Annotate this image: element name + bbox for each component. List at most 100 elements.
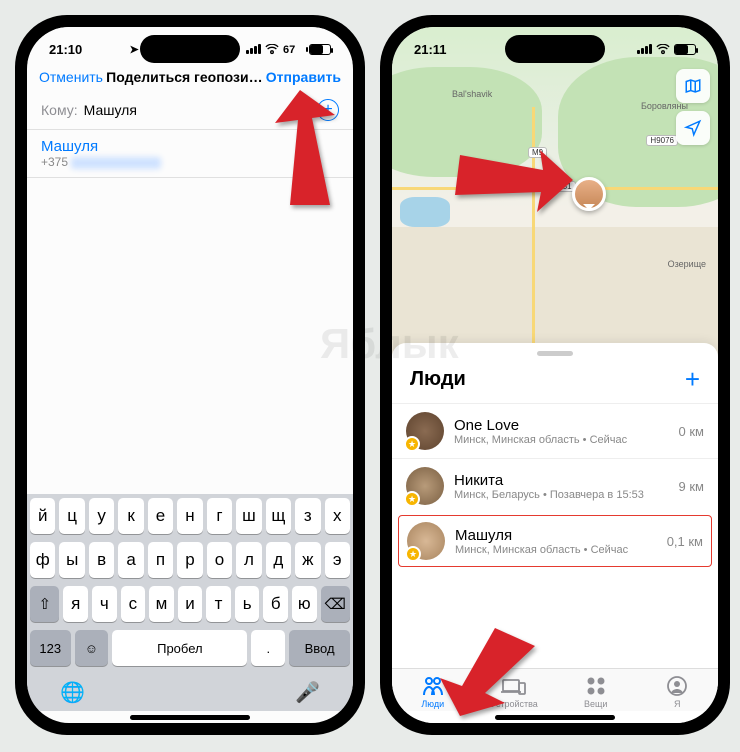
person-row[interactable]: ★ One Love Минск, Минская область • Сейч… — [392, 403, 718, 458]
key-з[interactable]: з — [295, 498, 320, 534]
person-row[interactable]: ★ Машуля Минск, Минская область • Сейчас… — [398, 515, 712, 567]
map-place-ozerishche: Озерище — [668, 259, 706, 269]
key-б[interactable]: б — [263, 586, 288, 622]
battery-icon — [674, 44, 696, 55]
person-location: Минск, Беларусь • Позавчера в 15:53 — [454, 489, 669, 501]
favorite-star-icon: ★ — [405, 546, 421, 562]
key-у[interactable]: у — [89, 498, 114, 534]
tab-me[interactable]: Я — [637, 675, 719, 709]
key-backspace[interactable]: ⌫ — [321, 586, 350, 622]
key-ж[interactable]: ж — [295, 542, 320, 578]
key-э[interactable]: э — [325, 542, 350, 578]
key-в[interactable]: в — [89, 542, 114, 578]
wifi-icon — [656, 44, 670, 55]
nav-title: Поделиться геопози… — [103, 69, 266, 85]
recipient-label: Кому: — [41, 102, 78, 118]
person-name: Машуля — [455, 527, 657, 544]
keyboard: йцукенгшщзх фывапролджэ ⇧ячсмитьбю⌫ 123 … — [27, 494, 353, 711]
keyboard-row-3: ⇧ячсмитьбю⌫ — [30, 586, 350, 622]
key-й[interactable]: й — [30, 498, 55, 534]
home-indicator[interactable] — [130, 715, 250, 720]
key-п[interactable]: п — [148, 542, 173, 578]
person-distance: 0 км — [679, 424, 704, 439]
key-е[interactable]: е — [148, 498, 173, 534]
signal-icon — [637, 44, 652, 54]
key-shift[interactable]: ⇧ — [30, 586, 59, 622]
key-о[interactable]: о — [207, 542, 232, 578]
status-time: 21:11 — [414, 42, 447, 57]
person-row[interactable]: ★ Никита Минск, Беларусь • Позавчера в 1… — [392, 458, 718, 513]
key-м[interactable]: м — [149, 586, 174, 622]
key-ц[interactable]: ц — [59, 498, 84, 534]
key-а[interactable]: а — [118, 542, 143, 578]
key-х[interactable]: х — [325, 498, 350, 534]
map-person-pin[interactable] — [572, 177, 606, 211]
key-ф[interactable]: ф — [30, 542, 55, 578]
location-arrow-icon — [684, 119, 702, 137]
key-ь[interactable]: ь — [235, 586, 260, 622]
keyboard-row-1: йцукенгшщзх — [30, 498, 350, 534]
annotation-arrow-send — [240, 90, 340, 215]
key-ю[interactable]: ю — [292, 586, 317, 622]
avatar: ★ — [406, 412, 444, 450]
phone-frame-right: 21:11 ➤ Bal'shavik Боровляны Цна Озерище… — [380, 15, 730, 735]
person-location: Минск, Минская область • Сейчас — [455, 544, 657, 556]
map-place-balshavik: Bal'shavik — [452, 89, 492, 99]
add-person-button[interactable]: + — [685, 364, 700, 395]
sheet-handle[interactable] — [537, 351, 573, 356]
signal-icon — [246, 44, 261, 54]
tab-me-label: Я — [674, 699, 681, 709]
key-н[interactable]: н — [177, 498, 202, 534]
key-123[interactable]: 123 — [30, 630, 71, 666]
sheet-title: Люди — [410, 368, 466, 391]
key-д[interactable]: д — [266, 542, 291, 578]
key-space[interactable]: Пробел — [112, 630, 247, 666]
avatar: ★ — [406, 467, 444, 505]
screen-right: 21:11 ➤ Bal'shavik Боровляны Цна Озерище… — [392, 27, 718, 723]
key-л[interactable]: л — [236, 542, 261, 578]
key-dot[interactable]: . — [251, 630, 285, 666]
items-icon — [586, 675, 606, 697]
key-emoji[interactable]: ☺ — [75, 630, 109, 666]
person-distance: 9 км — [679, 479, 704, 494]
key-щ[interactable]: щ — [266, 498, 291, 534]
person-name: One Love — [454, 417, 669, 434]
key-ч[interactable]: ч — [92, 586, 117, 622]
key-к[interactable]: к — [118, 498, 143, 534]
notch — [505, 35, 605, 63]
key-и[interactable]: и — [178, 586, 203, 622]
key-ы[interactable]: ы — [59, 542, 84, 578]
battery-icon — [309, 44, 331, 55]
key-г[interactable]: г — [207, 498, 232, 534]
person-location: Минск, Минская область • Сейчас — [454, 434, 669, 446]
cancel-button[interactable]: Отменить — [39, 69, 103, 85]
notch — [140, 35, 240, 63]
key-р[interactable]: р — [177, 542, 202, 578]
favorite-star-icon: ★ — [404, 491, 420, 507]
favorite-star-icon: ★ — [404, 436, 420, 452]
send-button[interactable]: Отправить — [266, 69, 341, 85]
globe-icon[interactable]: 🌐 — [60, 680, 85, 705]
person-name: Никита — [454, 472, 669, 489]
tab-items-label: Вещи — [584, 699, 607, 709]
keyboard-row-bottom: 123 ☺ Пробел . Ввод — [30, 630, 350, 666]
person-distance: 0,1 км — [667, 534, 703, 549]
map-layers-button[interactable] — [676, 69, 710, 103]
wifi-icon — [265, 44, 279, 55]
mic-icon[interactable]: 🎤 — [295, 680, 320, 705]
person-icon — [667, 675, 687, 697]
key-т[interactable]: т — [206, 586, 231, 622]
status-time: 21:10 — [49, 42, 82, 57]
key-ш[interactable]: ш — [236, 498, 261, 534]
key-я[interactable]: я — [63, 586, 88, 622]
map-icon — [684, 77, 702, 95]
map-locate-button[interactable] — [676, 111, 710, 145]
key-с[interactable]: с — [121, 586, 146, 622]
road-shield-h9076: H9076 — [646, 135, 678, 146]
keyboard-row-2: фывапролджэ — [30, 542, 350, 578]
key-enter[interactable]: Ввод — [289, 630, 350, 666]
annotation-arrow-map-pin — [455, 140, 575, 235]
avatar: ★ — [407, 522, 445, 560]
tab-items[interactable]: Вещи — [555, 675, 637, 709]
battery-percent: 67 — [283, 44, 305, 55]
